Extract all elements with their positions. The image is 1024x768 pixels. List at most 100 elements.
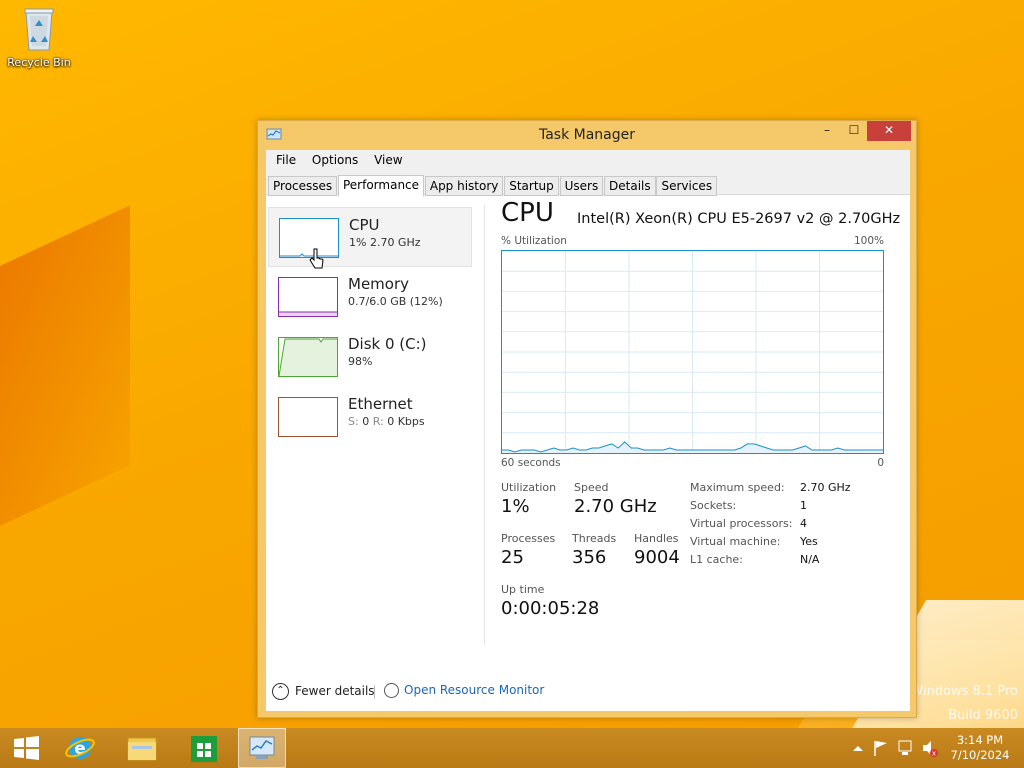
uptime-label: Up time <box>501 583 545 596</box>
title-bar[interactable]: Task Manager – ☐ ✕ <box>258 121 916 149</box>
tab-startup[interactable]: Startup <box>504 176 559 196</box>
resource-item-disk[interactable]: Disk 0 (C:) 98% <box>268 327 472 387</box>
resource-list: CPU 1% 2.70 GHz Memory 0.7/6.0 GB (12%) … <box>266 195 476 655</box>
tab-details[interactable]: Details <box>604 176 656 196</box>
virtual-machine-label: Virtual machine: <box>690 535 781 548</box>
disk-mini-graph <box>278 337 338 377</box>
resource-detail: 98% <box>348 355 373 368</box>
show-hidden-icons-button[interactable] <box>850 728 866 768</box>
resource-name: Disk 0 (C:) <box>348 335 427 353</box>
resource-monitor-label: Open Resource Monitor <box>404 683 545 697</box>
build-watermark: Build 9600 <box>948 708 1018 723</box>
resource-item-memory[interactable]: Memory 0.7/6.0 GB (12%) <box>268 267 472 327</box>
maximize-button[interactable]: ☐ <box>840 121 868 141</box>
tab-users[interactable]: Users <box>559 176 604 196</box>
cpu-utilization-graph <box>501 250 884 454</box>
volume-muted-icon[interactable]: x <box>920 728 940 768</box>
uptime-value: 0:00:05:28 <box>501 598 600 619</box>
tab-strip: Processes Performance App history Startu… <box>266 171 910 197</box>
menu-view[interactable]: View <box>368 150 408 167</box>
folder-icon <box>127 737 157 761</box>
action-center-icon[interactable] <box>872 728 890 768</box>
max-speed-value: 2.70 GHz <box>800 481 851 494</box>
virtual-processors-value: 4 <box>800 517 807 530</box>
close-button[interactable]: ✕ <box>867 121 911 141</box>
minimize-button[interactable]: – <box>813 121 841 141</box>
resource-name: Memory <box>348 275 410 293</box>
system-clock[interactable]: 3:14 PM 7/10/2024 <box>950 733 1010 763</box>
receive-value: 0 Kbps <box>387 415 425 428</box>
processes-label: Processes <box>501 532 556 545</box>
fewer-details-button[interactable]: ⌃ Fewer details <box>272 683 375 700</box>
max-speed-label: Maximum speed: <box>690 481 785 494</box>
store-button[interactable] <box>180 728 228 768</box>
speed-label: Speed <box>574 481 609 494</box>
wallpaper-shape <box>0 205 130 545</box>
internet-explorer-icon: e <box>65 737 95 759</box>
resource-item-cpu[interactable]: CPU 1% 2.70 GHz <box>268 207 472 269</box>
menu-bar: File Options View <box>266 150 910 171</box>
processes-value: 25 <box>501 547 524 568</box>
clock-time: 3:14 PM <box>956 733 1004 747</box>
resource-item-ethernet[interactable]: Ethernet S: 0 R: 0 Kbps <box>268 387 472 447</box>
resource-detail: S: 0 R: 0 Kbps <box>348 415 425 428</box>
store-icon <box>191 736 217 762</box>
chevron-up-icon: ⌃ <box>272 683 289 700</box>
resource-detail: 0.7/6.0 GB (12%) <box>348 295 443 308</box>
cpu-model-name: Intel(R) Xeon(R) CPU E5-2697 v2 @ 2.70GH… <box>577 211 901 227</box>
utilization-label: Utilization <box>501 481 557 494</box>
graph-time-span-label: 60 seconds <box>501 457 561 469</box>
clock-date: 7/10/2024 <box>950 748 1010 762</box>
start-button[interactable] <box>2 728 50 768</box>
sockets-value: 1 <box>800 499 807 512</box>
network-icon[interactable] <box>896 728 916 768</box>
taskbar: e x 3:14 PM 7/10/2024 <box>0 728 1024 768</box>
handles-value: 9004 <box>634 547 680 568</box>
window-client-area: File Options View Processes Performance … <box>266 150 910 711</box>
panel-title: CPU <box>501 198 554 228</box>
windows-edition-watermark: Windows 8.1 Pro <box>910 684 1018 699</box>
recycle-bin-label: Recycle Bin <box>7 56 71 69</box>
menu-options[interactable]: Options <box>306 150 364 167</box>
resource-name: CPU <box>349 216 380 234</box>
utilization-value: 1% <box>501 496 530 517</box>
resource-monitor-icon <box>384 683 399 698</box>
recycle-bin-shortcut[interactable]: Recycle Bin <box>6 6 72 69</box>
task-manager-window: Task Manager – ☐ ✕ File Options View Pro… <box>257 120 917 718</box>
tab-services[interactable]: Services <box>656 176 718 196</box>
internet-explorer-button[interactable]: e <box>56 728 104 768</box>
svg-text:x: x <box>932 750 936 758</box>
cpu-detail-panel: CPU Intel(R) Xeon(R) CPU E5-2697 v2 @ 2.… <box>501 195 901 665</box>
footer-separator <box>374 685 375 699</box>
virtual-machine-value: Yes <box>800 535 818 548</box>
memory-mini-graph <box>278 277 338 317</box>
menu-file[interactable]: File <box>270 150 302 167</box>
open-resource-monitor-link[interactable]: Open Resource Monitor <box>384 683 544 698</box>
threads-label: Threads <box>572 532 617 545</box>
ethernet-mini-graph <box>278 397 338 437</box>
graph-y-label: % Utilization <box>501 235 567 247</box>
resource-name: Ethernet <box>348 395 413 413</box>
fewer-details-label: Fewer details <box>295 684 375 698</box>
virtual-processors-label: Virtual processors: <box>690 517 793 530</box>
tab-processes[interactable]: Processes <box>268 176 338 196</box>
graph-y-max-label: 100% <box>853 235 884 247</box>
task-manager-icon <box>249 736 275 759</box>
resource-detail: 1% 2.70 GHz <box>349 236 421 249</box>
l1-cache-value: N/A <box>800 553 820 566</box>
threads-value: 356 <box>572 547 607 568</box>
speed-value: 2.70 GHz <box>574 496 657 517</box>
window-footer: ⌃ Fewer details Open Resource Monitor <box>266 675 910 705</box>
panel-divider <box>484 205 485 645</box>
send-label: S: <box>348 415 359 428</box>
chevron-up-icon <box>853 746 863 751</box>
file-explorer-button[interactable] <box>118 728 166 768</box>
handles-label: Handles <box>634 532 679 545</box>
l1-cache-label: L1 cache: <box>690 553 743 566</box>
task-manager-taskbar-button[interactable] <box>238 728 286 768</box>
sockets-label: Sockets: <box>690 499 737 512</box>
send-value: 0 <box>362 415 370 428</box>
windows-logo-icon <box>14 736 39 760</box>
tab-performance[interactable]: Performance <box>337 175 425 197</box>
tab-app-history[interactable]: App history <box>424 176 504 196</box>
